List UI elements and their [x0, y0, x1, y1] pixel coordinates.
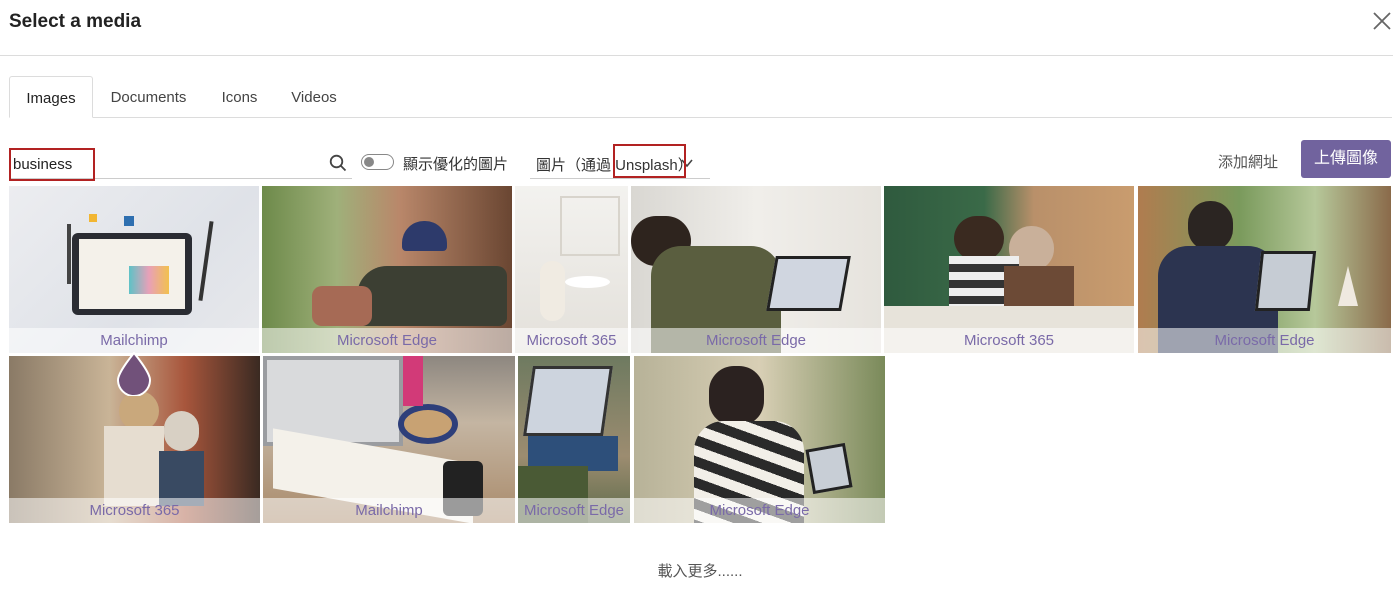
optimized-images-toggle[interactable]: [361, 154, 394, 170]
image-tile[interactable]: Microsoft Edge: [262, 186, 512, 353]
image-tile[interactable]: Microsoft 365: [884, 186, 1134, 353]
chevron-down-icon: [681, 159, 693, 168]
toggle-knob: [364, 156, 374, 167]
image-tile[interactable]: Microsoft Edge: [631, 186, 881, 353]
image-tile[interactable]: Microsoft Edge: [1138, 186, 1391, 353]
image-caption: Mailchimp: [9, 328, 259, 353]
image-caption: Microsoft Edge: [262, 328, 512, 353]
image-caption: Microsoft 365: [9, 498, 260, 523]
search-input[interactable]: [13, 153, 313, 175]
image-caption: Microsoft Edge: [631, 328, 881, 353]
image-tile[interactable]: Mailchimp: [263, 356, 515, 523]
image-tile[interactable]: Microsoft Edge: [634, 356, 885, 523]
search-icon[interactable]: [329, 154, 347, 172]
image-source-select[interactable]: 圖片（通過 Unsplash）: [530, 147, 710, 179]
cursor-marker-icon: [117, 352, 151, 396]
close-icon[interactable]: [1372, 11, 1392, 31]
upload-image-button[interactable]: 上傳圖像: [1301, 140, 1391, 178]
image-tile[interactable]: Microsoft Edge: [518, 356, 630, 523]
image-caption: Microsoft Edge: [1138, 328, 1391, 353]
search-box: [9, 150, 352, 179]
image-caption: Microsoft Edge: [518, 498, 630, 523]
add-url-link[interactable]: 添加網址: [1218, 151, 1278, 172]
tab-videos[interactable]: Videos: [275, 76, 353, 118]
tab-documents[interactable]: Documents: [93, 76, 204, 118]
load-more-label: 載入更多......: [657, 563, 743, 580]
optimized-images-label: 顯示優化的圖片: [403, 156, 509, 173]
dialog-header: Select a media: [0, 0, 1393, 56]
tab-icons[interactable]: Icons: [204, 76, 275, 118]
image-caption: Microsoft 365: [515, 328, 628, 353]
image-caption: Mailchimp: [263, 498, 515, 523]
media-tabs: Images Documents Icons Videos: [9, 76, 1392, 118]
image-tile[interactable]: Mailchimp: [9, 186, 259, 353]
load-more-link[interactable]: 載入更多......: [0, 560, 1393, 581]
image-caption: Microsoft Edge: [634, 498, 885, 523]
image-tile[interactable]: Microsoft 365: [515, 186, 628, 353]
tab-images[interactable]: Images: [9, 76, 93, 118]
image-source-value: 圖片（通過 Unsplash）: [536, 157, 693, 174]
dialog-title: Select a media: [9, 11, 142, 32]
image-caption: Microsoft 365: [884, 328, 1134, 353]
